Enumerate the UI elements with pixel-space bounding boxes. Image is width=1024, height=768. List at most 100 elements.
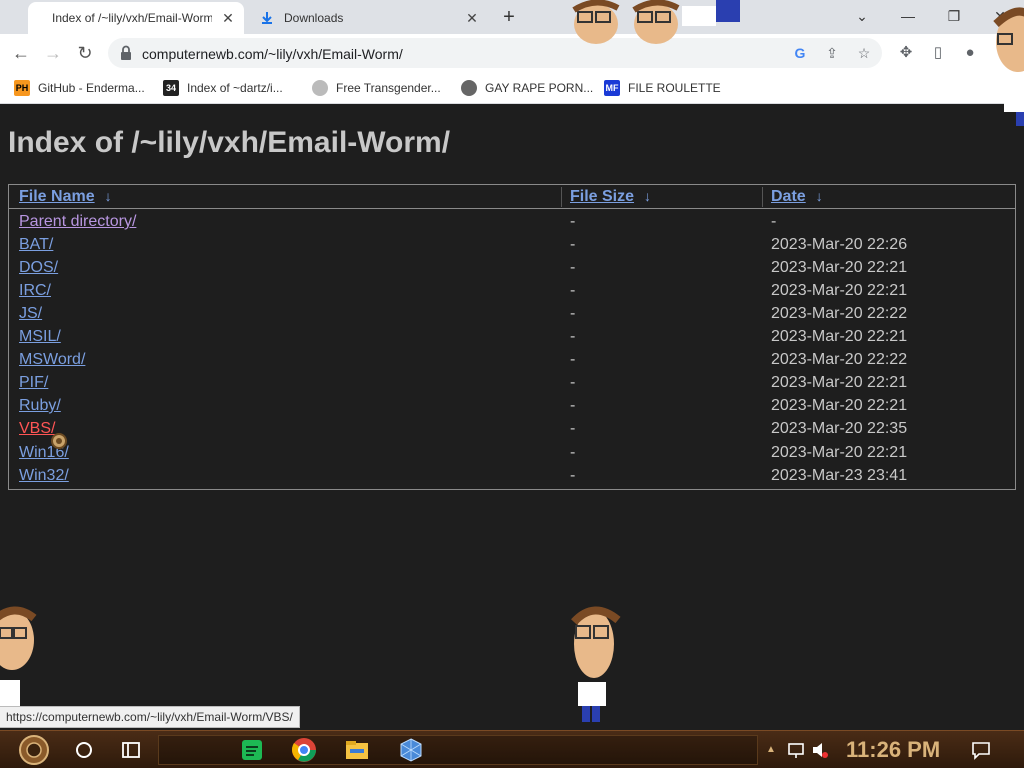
forward-icon[interactable]: → — [40, 40, 66, 66]
volume-muted-icon[interactable] — [810, 735, 830, 765]
column-divider — [561, 187, 562, 207]
table-row: IRC/ - 2023-Mar-20 22:21 — [9, 280, 1015, 303]
file-date: 2023-Mar-20 22:21 — [771, 374, 908, 391]
sort-by-date-link[interactable]: Date ↓ — [771, 188, 823, 206]
bookmarks-bar: PH GitHub - Enderma... 34 Index of ~dart… — [0, 72, 1024, 104]
file-size: - — [570, 374, 576, 391]
table-row: VBS/ - 2023-Mar-20 22:35 — [9, 418, 1015, 441]
file-size: - — [570, 328, 576, 345]
cartoon-character-icon — [0, 606, 37, 708]
page-icon: 34 — [163, 80, 179, 96]
cartoon-character-icon — [571, 606, 621, 722]
cube-app-icon[interactable] — [398, 735, 424, 765]
status-bar-url: https://computernewb.com/~lily/vxh/Email… — [0, 706, 300, 728]
cartoon-character-icon — [632, 0, 740, 44]
file-date: - — [771, 213, 777, 230]
url-text[interactable]: computernewb.com/~lily/vxh/Email-Worm/ — [142, 46, 403, 62]
cartoon-character-icon — [572, 0, 620, 44]
bookmark-free[interactable]: Free Transgender... — [312, 78, 441, 98]
file-size: - — [570, 213, 576, 230]
page-content: Index of /~lily/vxh/Email-Worm/ File Nam… — [0, 104, 1024, 730]
minimize-icon[interactable]: — — [894, 4, 922, 28]
table-row: PIF/ - 2023-Mar-20 22:21 — [9, 372, 1015, 395]
tab-index-of[interactable]: Index of /~lily/vxh/Email-Worm/ ✕ — [28, 2, 244, 34]
taskbar-clock[interactable]: 11:26 PM — [846, 737, 940, 763]
bookmark-star-icon[interactable]: ☆ — [856, 45, 872, 61]
file-date: 2023-Mar-20 22:21 — [771, 282, 908, 299]
bookmark-index-dartz[interactable]: 34 Index of ~dartz/i... — [163, 78, 283, 98]
folder-link[interactable]: Ruby/ — [19, 397, 61, 415]
spotify-icon[interactable] — [240, 735, 264, 765]
extensions-icon[interactable]: ✥ — [896, 43, 916, 63]
folder-link[interactable]: IRC/ — [19, 282, 51, 300]
file-size: - — [570, 282, 576, 299]
page-title: Index of /~lily/vxh/Email-Worm/ — [8, 126, 451, 159]
file-date: 2023-Mar-20 22:35 — [771, 420, 908, 437]
file-date: 2023-Mar-20 22:26 — [771, 236, 908, 253]
back-icon[interactable]: ← — [8, 40, 34, 66]
profile-icon[interactable]: ● — [960, 43, 980, 63]
ph-icon: PH — [14, 80, 30, 96]
table-row: Win16/ - 2023-Mar-20 22:21 — [9, 442, 1015, 465]
sort-by-name-link[interactable]: File Name ↓ — [19, 188, 112, 206]
new-tab-button[interactable]: + — [498, 6, 520, 28]
sort-by-size-link[interactable]: File Size ↓ — [570, 188, 651, 206]
network-icon[interactable] — [786, 735, 806, 765]
file-date: 2023-Mar-20 22:21 — [771, 444, 908, 461]
file-size: - — [570, 397, 576, 414]
bookmark-label: FILE ROULETTE — [628, 81, 721, 95]
notifications-icon[interactable] — [970, 735, 992, 765]
bookmark-gay[interactable]: GAY RAPE PORN... — [461, 78, 593, 98]
sort-arrow-icon: ↓ — [815, 188, 823, 204]
browser-toolbar: ← → ↻ computernewb.com/~lily/vxh/Email-W… — [0, 34, 1024, 72]
google-lens-icon[interactable]: G — [792, 45, 808, 61]
task-view-icon[interactable] — [120, 735, 142, 765]
file-explorer-icon[interactable] — [344, 735, 370, 765]
tab-downloads[interactable]: Downloads ✕ — [252, 2, 488, 34]
folder-link[interactable]: MSWord/ — [19, 351, 85, 369]
folder-link[interactable]: DOS/ — [19, 259, 58, 277]
folder-link[interactable]: Win32/ — [19, 467, 69, 485]
folder-link[interactable]: PIF/ — [19, 374, 48, 392]
tab-strip: Index of /~lily/vxh/Email-Worm/ ✕ Downlo… — [0, 0, 1024, 34]
folder-link[interactable]: MSIL/ — [19, 328, 61, 346]
file-size: - — [570, 259, 576, 276]
column-divider — [762, 187, 763, 207]
start-button-icon[interactable] — [8, 735, 60, 765]
bookmark-label: GitHub - Enderma... — [38, 81, 145, 95]
parent-directory-link[interactable]: Parent directory/ — [19, 213, 136, 231]
file-date: 2023-Mar-23 23:41 — [771, 467, 908, 484]
file-size: - — [570, 467, 576, 484]
table-row: MSIL/ - 2023-Mar-20 22:21 — [9, 326, 1015, 349]
listing-header: File Name ↓ File Size ↓ Date ↓ — [9, 185, 1015, 209]
table-row: Win32/ - 2023-Mar-23 23:41 — [9, 465, 1015, 488]
taskbar: ▲ 11:26 PM — [0, 730, 1024, 768]
address-bar[interactable]: computernewb.com/~lily/vxh/Email-Worm/ G… — [108, 38, 882, 68]
table-row: MSWord/ - 2023-Mar-20 22:22 — [9, 349, 1015, 372]
folder-link[interactable]: BAT/ — [19, 236, 53, 254]
file-size: - — [570, 444, 576, 461]
tab-search-icon[interactable]: ⌄ — [848, 4, 876, 28]
search-circle-icon[interactable] — [74, 735, 94, 765]
header-label: File Name — [19, 188, 95, 205]
restore-icon[interactable]: ❐ — [940, 4, 968, 28]
folder-link[interactable]: JS/ — [19, 305, 42, 323]
share-icon[interactable]: ⇪ — [824, 45, 840, 61]
reload-icon[interactable]: ↻ — [72, 40, 98, 66]
header-label: File Size — [570, 188, 635, 205]
side-panel-icon[interactable]: ▯ — [928, 43, 948, 63]
bookmark-file-roulette[interactable]: MF FILE ROULETTE — [604, 78, 721, 98]
file-size: - — [570, 351, 576, 368]
chrome-icon[interactable] — [291, 735, 317, 765]
file-date: 2023-Mar-20 22:22 — [771, 351, 908, 368]
busy-cursor-icon — [51, 433, 67, 449]
lock-icon[interactable] — [120, 45, 132, 61]
bookmark-label: Free Transgender... — [336, 81, 441, 95]
show-hidden-icons-icon[interactable]: ▲ — [766, 735, 776, 765]
close-tab-icon[interactable]: ✕ — [220, 10, 236, 26]
download-icon — [262, 12, 272, 24]
bookmark-github[interactable]: PH GitHub - Enderma... — [14, 78, 145, 98]
bookmark-label: GAY RAPE PORN... — [485, 81, 594, 95]
table-row: BAT/ - 2023-Mar-20 22:26 — [9, 234, 1015, 257]
close-tab-icon[interactable]: ✕ — [464, 10, 480, 26]
